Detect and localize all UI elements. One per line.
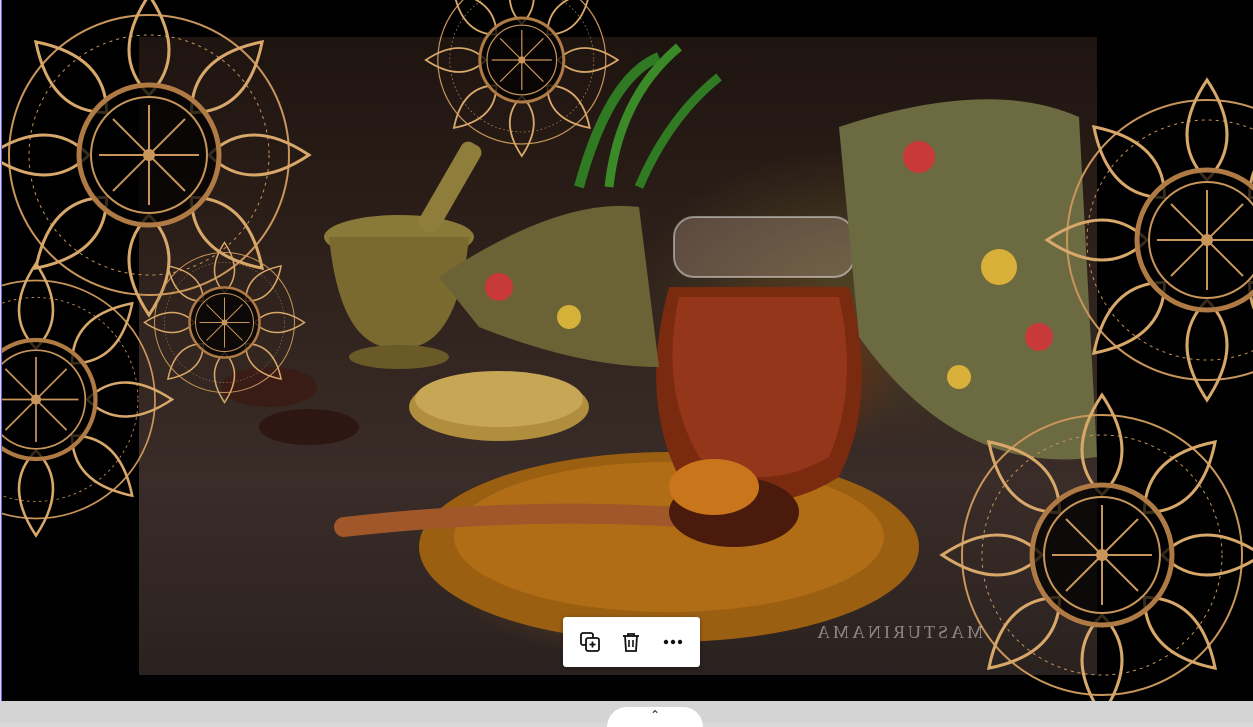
slide-canvas[interactable]: MASTURINAMA — [1, 0, 1253, 701]
photo-illustration — [221, 43, 1097, 642]
photo-watermark: MASTURINAMA — [814, 622, 984, 642]
delete-button[interactable] — [614, 625, 648, 659]
pickle-jar-photo[interactable] — [139, 37, 1097, 675]
more-options-button[interactable] — [656, 625, 690, 659]
expand-pages-button[interactable]: ⌃ — [607, 707, 703, 727]
duplicate-icon — [579, 632, 600, 652]
chevron-up-icon: ⌃ — [649, 708, 661, 722]
trash-icon — [623, 633, 640, 652]
element-toolbar — [563, 617, 700, 667]
more-icon — [663, 639, 683, 645]
duplicate-button[interactable] — [573, 625, 607, 659]
